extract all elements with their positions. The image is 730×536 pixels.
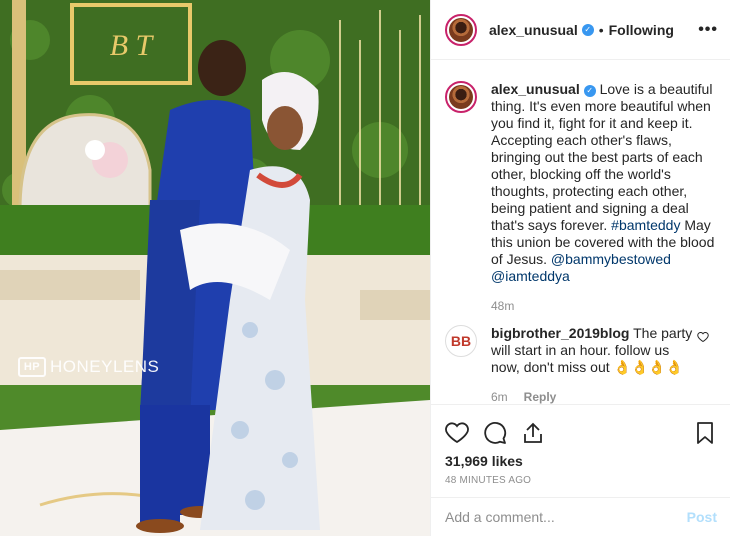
caption-username[interactable]: alex_unusual (491, 81, 580, 97)
bookmark-icon[interactable] (693, 421, 717, 445)
svg-text:B T: B T (110, 29, 155, 62)
following-button[interactable]: Following (609, 22, 674, 38)
post-side-panel: alex_unusual ✓ • Following ••• alex_unus… (430, 0, 730, 536)
add-comment-bar: Post (431, 497, 730, 536)
photographer-watermark: HP HONEYLENS (18, 357, 159, 377)
post-header: alex_unusual ✓ • Following ••• (431, 0, 730, 60)
post-actions: 31,969 likes 48 MINUTES AGO (431, 404, 730, 497)
post-timestamp[interactable]: 48 MINUTES AGO (445, 475, 717, 486)
wedding-photo: B T (0, 0, 430, 536)
watermark-text: HONEYLENS (50, 357, 160, 376)
caption: alex_unusual ✓ Love is a beautiful thing.… (431, 61, 730, 313)
verified-badge-icon: ✓ (583, 85, 596, 97)
verified-badge-icon: ✓ (581, 23, 594, 36)
more-options-icon[interactable]: ••• (698, 21, 718, 39)
reply-button[interactable]: Reply (524, 390, 557, 404)
comment-bubble-icon[interactable] (483, 421, 507, 445)
post-photo[interactable]: B T HP HONEYLENS (0, 0, 430, 536)
comment-item: BB bigbrother_2019blog The party will st… (431, 325, 730, 404)
comment-age: 6m (491, 390, 508, 404)
comment-like-heart-icon[interactable] (697, 331, 709, 343)
author-avatar[interactable] (445, 13, 477, 46)
post-button[interactable]: Post (687, 509, 717, 525)
commenter-username[interactable]: bigbrother_2019blog (491, 325, 629, 341)
like-heart-icon[interactable] (445, 421, 469, 445)
likes-count[interactable]: 31,969 likes (445, 453, 717, 469)
mention-link[interactable]: @bammybestowed (551, 251, 671, 267)
caption-age: 48m (491, 299, 515, 313)
author-username[interactable]: alex_unusual (489, 22, 578, 38)
hashtag-link[interactable]: #bamteddy (611, 217, 680, 233)
header-separator: • (598, 21, 604, 38)
caption-avatar[interactable] (445, 81, 477, 113)
commenter-avatar[interactable]: BB (445, 325, 477, 357)
caption-text: alex_unusual ✓ Love is a beautiful thing.… (491, 81, 715, 284)
mention-link[interactable]: @iamteddya (491, 268, 570, 284)
share-upload-icon[interactable] (521, 421, 545, 445)
watermark-badge: HP (18, 357, 46, 377)
comment-text: bigbrother_2019blog The party will start… (491, 325, 693, 375)
comment-input[interactable] (445, 509, 687, 525)
comments-list[interactable]: alex_unusual ✓ Love is a beautiful thing.… (431, 61, 730, 404)
